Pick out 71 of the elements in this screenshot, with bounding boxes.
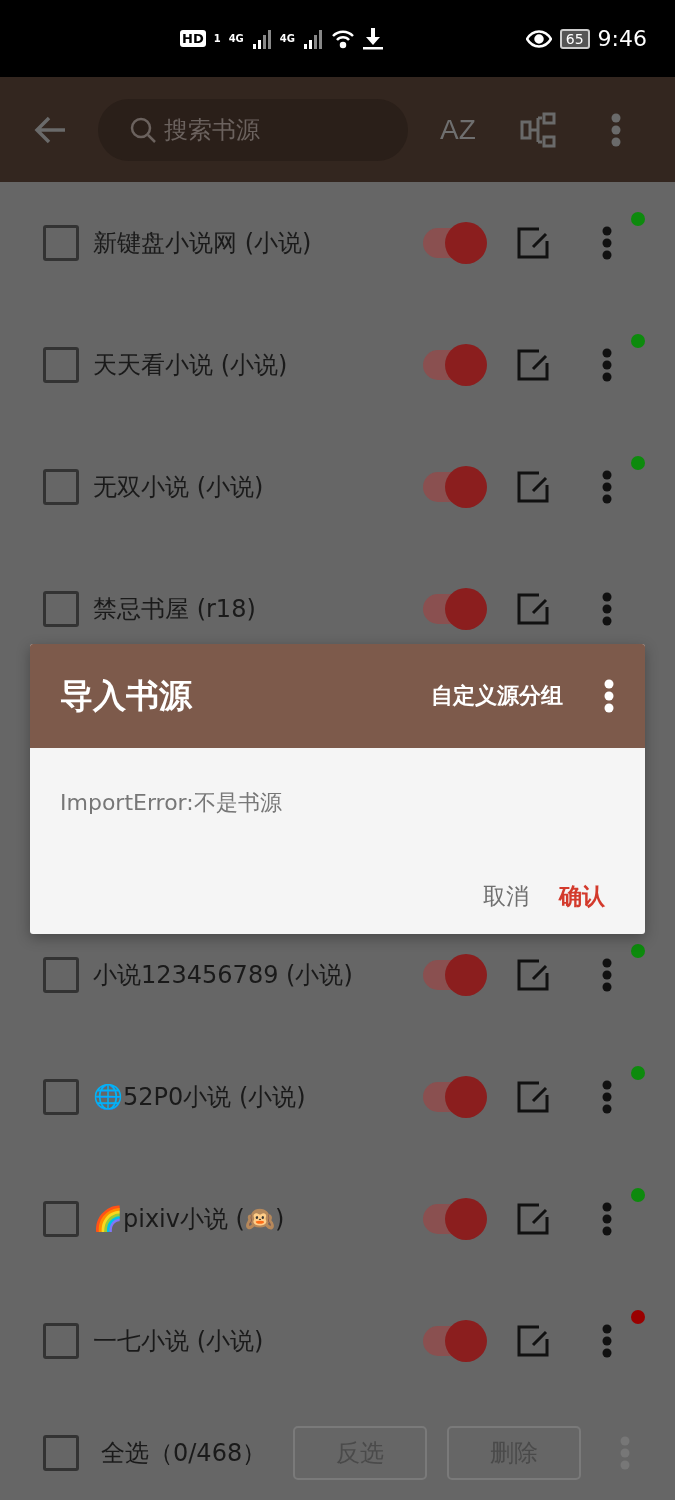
toggle-switch[interactable] (423, 466, 487, 508)
network-label: 4G (228, 33, 244, 44)
select-all-label: 全选（0/468） (101, 1437, 268, 1469)
edit-icon[interactable] (517, 1325, 549, 1357)
search-input[interactable]: 搜索书源 (162, 114, 366, 145)
download-icon (363, 27, 383, 50)
source-row[interactable]: 🌈pixiv小说 (🙉) (0, 1158, 675, 1280)
more-icon[interactable] (601, 469, 613, 505)
more-icon[interactable] (601, 591, 613, 627)
more-icon[interactable] (601, 957, 613, 993)
checkbox[interactable] (43, 225, 79, 261)
more-icon[interactable] (601, 347, 613, 383)
source-row[interactable]: 新键盘小说网 (小说) (0, 182, 675, 304)
more-icon[interactable] (601, 1079, 613, 1115)
toggle-switch[interactable] (423, 1198, 487, 1240)
edit-icon[interactable] (517, 593, 549, 625)
source-name: 一七小说 (小说) (93, 1326, 265, 1357)
select-all-checkbox[interactable] (43, 1434, 79, 1471)
source-name: 小说123456789 (小说) (93, 960, 354, 991)
source-name: 🌈pixiv小说 (🙉) (93, 1204, 286, 1235)
toggle-switch[interactable] (423, 588, 487, 630)
signal-icon (251, 28, 272, 49)
source-name: 天天看小说 (小说) (93, 350, 289, 381)
sim-label: 1 (213, 33, 221, 44)
toggle-switch[interactable] (423, 222, 487, 264)
network-label: 4G (279, 33, 295, 44)
source-row[interactable]: 🌐52P0小说 (小说) (0, 1036, 675, 1158)
edit-icon[interactable] (517, 227, 549, 259)
group-icon[interactable] (519, 111, 556, 148)
edit-icon[interactable] (517, 959, 549, 991)
battery-level: 65 (559, 28, 590, 49)
search-icon (130, 116, 156, 143)
clock-time: 9:46 (597, 26, 647, 51)
more-icon[interactable] (601, 225, 613, 261)
sort-button[interactable]: AZ (440, 113, 476, 146)
more-icon[interactable] (601, 1323, 613, 1359)
back-icon[interactable] (34, 115, 66, 144)
checkbox[interactable] (43, 957, 79, 993)
dialog-message: ImportError:不是书源 (59, 789, 283, 817)
checkbox[interactable] (43, 1323, 79, 1359)
toggle-switch[interactable] (423, 344, 487, 386)
source-name: 新键盘小说网 (小说) (93, 228, 313, 259)
source-name: 禁忌书屋 (r18) (93, 594, 257, 625)
dialog-title: 导入书源 (60, 674, 193, 717)
edit-icon[interactable] (517, 1081, 549, 1113)
checkbox[interactable] (43, 591, 79, 627)
checkbox[interactable] (43, 347, 79, 383)
edit-icon[interactable] (517, 1203, 549, 1235)
hd-icon: HD (180, 30, 206, 47)
edit-icon[interactable] (517, 349, 549, 381)
toggle-switch[interactable] (423, 1320, 487, 1362)
checkbox[interactable] (43, 1079, 79, 1115)
source-name: 🌐52P0小说 (小说) (93, 1082, 307, 1113)
eye-icon (525, 29, 552, 48)
more-icon[interactable] (601, 1201, 613, 1237)
edit-icon[interactable] (517, 471, 549, 503)
checkbox[interactable] (43, 469, 79, 505)
source-row[interactable]: 禁忌书屋 (r18) (0, 548, 675, 670)
toggle-switch[interactable] (423, 1076, 487, 1118)
toggle-switch[interactable] (423, 954, 487, 996)
wifi-icon (331, 28, 355, 49)
checkbox[interactable] (43, 1201, 79, 1237)
source-row[interactable]: 一七小说 (小说) (0, 1280, 675, 1402)
more-icon[interactable] (609, 111, 622, 148)
group-button[interactable]: 自定义源分组 (431, 681, 563, 711)
source-name: 无双小说 (小说) (93, 472, 265, 503)
signal-icon (303, 28, 323, 49)
search-field[interactable]: 搜索书源 (98, 98, 408, 161)
source-row[interactable]: 天天看小说 (小说) (0, 304, 675, 426)
source-row[interactable]: 无双小说 (小说) (0, 426, 675, 548)
more-icon[interactable] (603, 678, 615, 714)
